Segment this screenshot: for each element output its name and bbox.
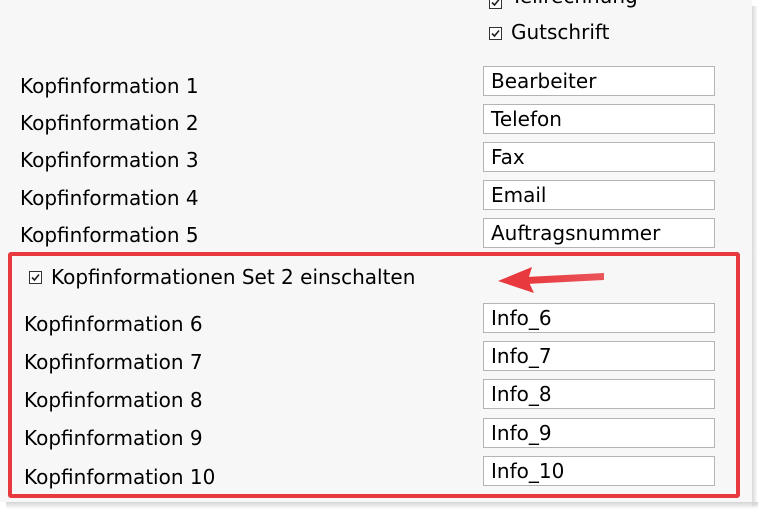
checkmark-icon xyxy=(491,0,500,7)
gutschrift-checkbox[interactable] xyxy=(489,27,502,40)
kopfinformation-2-input[interactable]: Telefon xyxy=(483,104,715,134)
kopfinformation-7-label: Kopfinformation 7 xyxy=(24,350,203,374)
gutschrift-checkbox-label: Gutschrift xyxy=(511,20,610,44)
kopfinformation-7-input[interactable]: Info_7 xyxy=(483,341,715,371)
set2-checkbox[interactable] xyxy=(29,271,42,284)
kopfinformation-9-input[interactable]: Info_9 xyxy=(483,418,715,448)
kopfinformation-5-input[interactable]: Auftragsnummer xyxy=(483,218,715,248)
kopfinformation-8-label: Kopfinformation 8 xyxy=(24,388,203,412)
kopfinformation-3-label: Kopfinformation 3 xyxy=(20,148,199,172)
kopfinformation-10-input[interactable]: Info_10 xyxy=(483,456,715,486)
kopfinformation-6-input[interactable]: Info_6 xyxy=(483,303,715,333)
panel-shadow-right xyxy=(752,6,758,506)
panel-shadow-bottom xyxy=(6,502,758,509)
set2-checkbox-label: Kopfinformationen Set 2 einschalten xyxy=(51,265,416,289)
checkmark-icon xyxy=(31,273,40,282)
kopfinformation-6-label: Kopfinformation 6 xyxy=(24,312,203,336)
screenshot-canvas: Teilrechnung Gutschrift Kopfinformation … xyxy=(0,0,777,524)
arrow-left-icon xyxy=(498,267,604,293)
kopfinformation-4-input[interactable]: Email xyxy=(483,180,715,210)
kopfinformation-5-label: Kopfinformation 5 xyxy=(20,223,199,247)
kopfinformation-4-label: Kopfinformation 4 xyxy=(20,186,199,210)
kopfinformation-1-input[interactable]: Bearbeiter xyxy=(483,66,715,96)
partial-checkbox[interactable] xyxy=(489,0,502,9)
kopfinformation-3-input[interactable]: Fax xyxy=(483,142,715,172)
checkmark-icon xyxy=(491,29,500,38)
kopfinformation-9-label: Kopfinformation 9 xyxy=(24,426,203,450)
kopfinformation-2-label: Kopfinformation 2 xyxy=(20,111,199,135)
kopfinformation-8-input[interactable]: Info_8 xyxy=(483,379,715,409)
partial-checkbox-row: Teilrechnung xyxy=(480,0,680,10)
kopfinformation-1-label: Kopfinformation 1 xyxy=(20,74,199,98)
kopfinformation-10-label: Kopfinformation 10 xyxy=(24,465,216,489)
partial-checkbox-label: Teilrechnung xyxy=(511,0,638,8)
